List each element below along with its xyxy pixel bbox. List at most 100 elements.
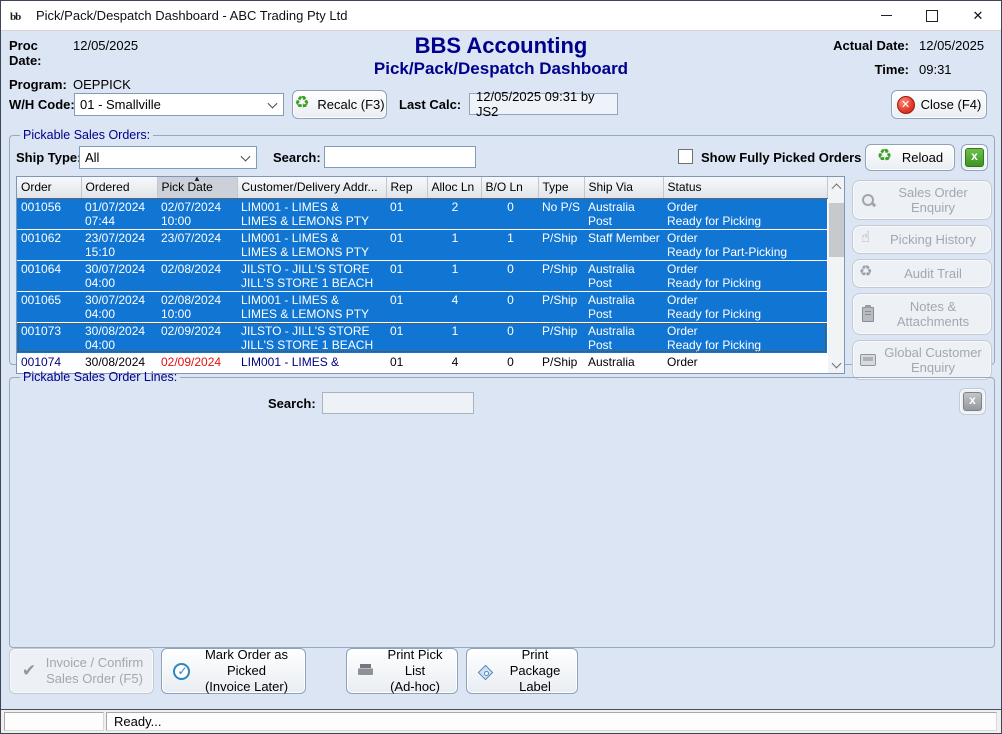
order-tools-panel: Sales Order Enquiry Picking History Audit … [852,180,992,380]
cell-cust: LIM001 - LIMES &LIMES & LEMONS PTY [237,291,386,322]
cell-ordered: 30/07/202404:00 [81,291,157,322]
time-value: 09:31 [919,62,991,77]
minimize-button[interactable] [863,1,909,30]
button-label: Notes & Attachments [879,299,987,329]
printer-icon [358,664,374,678]
status-message-panel: Ready... [106,712,997,731]
cell-rep: 01 [386,198,427,229]
cell-status: OrderReady for Picking [663,291,827,322]
cell-cust: LIM001 - LIMES &LIMES & LEMONS PTY [237,229,386,260]
excel-icon [965,148,984,167]
check-icon [22,663,36,680]
column-label: Ordered [86,180,130,194]
notes-attachments-button[interactable]: Notes & Attachments [852,293,992,335]
export-orders-excel-button[interactable] [961,144,988,171]
cell-pick: 02/08/202410:00 [157,291,237,322]
maximize-button[interactable] [909,1,955,30]
order-row-001056[interactable]: 00105601/07/202407:4402/07/202410:00LIM0… [17,198,827,229]
main-content: Proc Date:12/05/2025 Program:OEPPICK BBS… [1,32,1001,709]
order-row-001062[interactable]: 00106223/07/202415:1023/07/2024LIM001 - … [17,229,827,260]
column-header-customer-delivery-addr-[interactable]: Customer/Delivery Addr... [237,177,386,198]
show-fully-picked-checkbox[interactable] [678,149,693,164]
cell-alloc: 2 [427,198,481,229]
column-header-pick-date[interactable]: Pick Date [157,177,237,198]
wh-code-select[interactable]: 01 - Smallville [74,93,284,116]
orders-grid: Order Ordered Pick Date Customer/Delivery A… [16,176,845,374]
cell-status: OrderReady for Picking [663,260,827,291]
pickable-sales-orders-section: Pickable Sales Orders: Ship Type: All Se… [9,128,995,365]
status-bar: Ready... [1,709,1001,733]
button-label: Print Pick List (Ad-hoc) [379,647,451,695]
magnifier-icon [861,193,876,208]
column-header-order[interactable]: Order [17,177,81,198]
cell-rep: 01 [386,260,427,291]
chevron-down-icon [268,98,278,108]
column-header-ordered[interactable]: Ordered [81,177,157,198]
mark-order-as-picked-invoice-later--button[interactable]: Mark Order as Picked (Invoice Later) [161,648,306,694]
title-bar[interactable]: Pick/Pack/Despatch Dashboard - ABC Tradi… [1,1,1001,31]
app-logo-icon [10,8,28,24]
cell-ship: AustraliaPost [584,291,663,322]
order-row-001065[interactable]: 00106530/07/202404:0002/08/202410:00LIM0… [17,291,827,322]
close-f4-button[interactable]: Close (F4) [891,90,987,119]
order-row-001064[interactable]: 00106430/07/202404:0002/08/2024JILSTO - … [17,260,827,291]
window-title: Pick/Pack/Despatch Dashboard - ABC Tradi… [36,8,347,23]
actual-date-label: Actual Date: [833,38,909,53]
close-red-icon [897,96,915,114]
cell-ordered: 01/07/202407:44 [81,198,157,229]
column-header-type[interactable]: Type [538,177,584,198]
cell-order: 001056 [17,198,81,229]
column-header-alloc-ln[interactable]: Alloc Ln [427,177,481,198]
column-header-b-o-ln[interactable]: B/O Ln [481,177,538,198]
chevron-up-icon [831,183,841,193]
cell-bo: 0 [481,291,538,322]
column-header-status[interactable]: Status [663,177,827,198]
button-label: Picking History [879,232,987,247]
cell-bo: 0 [481,322,538,353]
scrollbar-thumb[interactable] [829,203,844,257]
picking-history-button[interactable]: Picking History [852,225,992,254]
cell-alloc: 1 [427,322,481,353]
column-label: Pick Date [162,180,213,194]
ship-type-label: Ship Type: [16,150,81,165]
button-label: Print Package Label [499,647,571,695]
cell-order: 001073 [17,322,81,353]
close-window-button[interactable] [955,1,1001,30]
cell-cust: JILSTO - JILL'S STOREJILL'S STORE 1 BEAC… [237,322,386,353]
terminal-icon [860,354,876,366]
proc-date-value: 12/05/2025 [73,38,138,68]
reload-button[interactable]: Reload [865,144,955,171]
invoice-confirm-sales-order-f5--button[interactable]: Invoice / Confirm Sales Order (F5) [9,648,154,694]
chevron-down-icon [831,359,841,369]
order-row-001073[interactable]: 00107330/08/202404:0002/09/2024JILSTO - … [17,322,827,353]
cell-status: OrderReady for Picking [663,322,827,353]
recalc-button[interactable]: Recalc (F3) [292,90,387,119]
cell-order: 001062 [17,229,81,260]
print-package-label-button[interactable]: Print Package Label [466,648,578,694]
cell-cust: JILSTO - JILL'S STOREJILL'S STORE 1 BEAC… [237,260,386,291]
export-lines-excel-button[interactable] [959,388,986,415]
column-header-ship-via[interactable]: Ship Via [584,177,663,198]
orders-scrollbar[interactable] [828,177,845,373]
time-label: Time: [875,62,909,77]
chevron-down-icon [241,151,251,161]
sales-order-enquiry-button[interactable]: Sales Order Enquiry [852,180,992,220]
audit-trail-button[interactable]: Audit Trail [852,259,992,288]
pickable-sales-orders-title: Pickable Sales Orders: [20,128,153,142]
scroll-up-button[interactable] [828,177,845,193]
cell-pick: 02/08/2024 [157,260,237,291]
cell-rep: 01 [386,291,427,322]
ship-type-select[interactable]: All [79,146,257,169]
cell-ship: AustraliaPost [584,322,663,353]
pickable-sales-order-lines-section: Pickable Sales Order Lines: Search: [9,370,995,648]
hand-icon [861,232,875,248]
actual-date-value: 12/05/2025 [919,38,991,53]
lines-search-input[interactable] [322,392,474,414]
orders-search-label: Search: [273,150,321,165]
column-header-rep[interactable]: Rep [386,177,427,198]
wh-code-value: 01 - Smallville [80,97,161,112]
print-pick-list-ad-hoc--button[interactable]: Print Pick List (Ad-hoc) [346,648,458,694]
cell-ship: AustraliaPost [584,260,663,291]
orders-search-input[interactable] [324,146,476,168]
wh-code-label: W/H Code: [9,97,75,112]
